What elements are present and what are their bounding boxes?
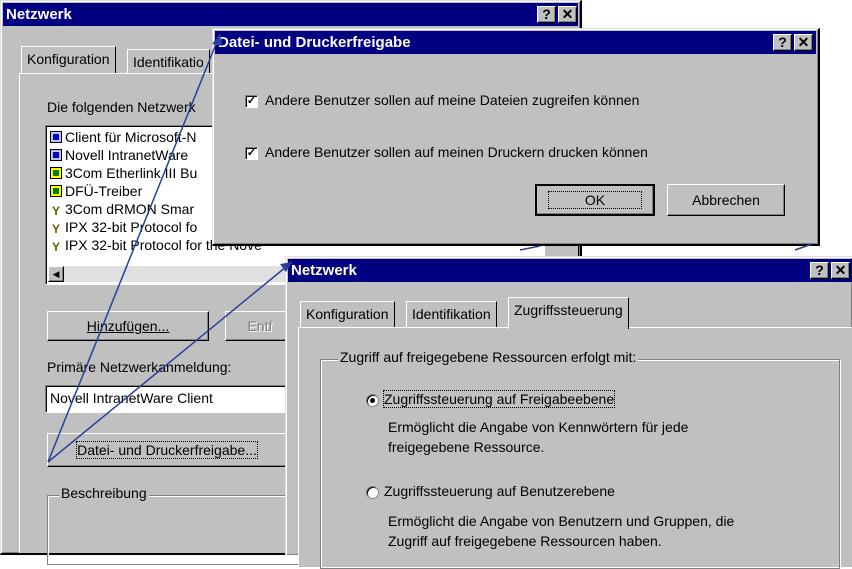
share-level-label[interactable]: Zugriffssteuerung auf Freigabeebene [382,390,616,408]
share-level-radio[interactable] [366,394,379,407]
components-label: Die folgenden Netzwerk [47,99,196,115]
add-button[interactable]: Hinzufügen... [47,311,209,341]
user-level-description-2: Zugriff auf freigegebene Ressourcen habe… [388,533,662,549]
window-title: Netzwerk [291,262,357,279]
user-level-description-1: Ermöglicht die Angabe von Benutzern und … [388,513,735,529]
list-item[interactable]: Y IPX 32-bit Protocol fo [50,218,197,237]
share-level-description-2: freigegebene Ressource. [388,439,545,455]
share-printers-checkbox[interactable]: ✓ [245,147,258,160]
network-adapter-icon [50,185,62,197]
tab-konfiguration[interactable]: Konfiguration [300,301,395,327]
protocol-icon: Y [51,222,60,236]
client-icon [50,149,62,161]
description-label: Beschreibung [59,485,149,501]
list-item[interactable]: 3Com Etherlink III Bu [50,164,197,183]
primary-logon-label: Primäre Netzwerkanmeldung: [47,359,232,375]
title-bar[interactable]: Netzwerk ? ✕ [288,259,852,282]
share-printers-label[interactable]: Andere Benutzer sollen auf meinen Drucke… [265,144,648,160]
user-level-radio[interactable] [366,486,379,499]
title-bar[interactable]: Netzwerk ? ✕ [3,3,578,26]
help-button[interactable]: ? [537,6,556,23]
access-control-group-label: Zugriff auf freigegebene Ressourcen erfo… [338,349,639,365]
list-item[interactable]: Client für Microsoft-N [50,128,196,147]
protocol-icon: Y [51,240,60,254]
tab-identifikation[interactable]: Identifikation [406,301,497,327]
network-window-front: Netzwerk ? ✕ Konfiguration Identifikatio… [285,256,852,569]
protocol-icon: Y [51,204,60,218]
file-print-sharing-dialog: Datei- und Druckerfreigabe ? ✕ ✓ Andere … [212,28,820,246]
close-button[interactable]: ✕ [558,6,577,23]
list-item[interactable]: Novell IntranetWare [50,146,188,165]
help-button[interactable]: ? [810,262,829,279]
client-icon [50,131,62,143]
radio-dot [370,398,375,403]
ok-button[interactable]: OK [535,184,655,216]
list-item[interactable]: DFÜ-Treiber [50,182,142,201]
tab-konfiguration[interactable]: Konfiguration [21,46,116,73]
user-level-label[interactable]: Zugriffssteuerung auf Benutzerebene [384,483,615,499]
list-item[interactable]: Y 3Com dRMON Smar [50,200,194,219]
tab-identifikation[interactable]: Identifikatio [127,49,210,73]
title-bar[interactable]: Datei- und Druckerfreigabe ? ✕ [215,31,816,54]
scroll-left-button[interactable]: ◀ [48,266,64,282]
file-print-sharing-button[interactable]: Datei- und Druckerfreigabe... [47,433,287,467]
tab-zugriffssteuerung[interactable]: Zugriffssteuerung [508,297,629,329]
share-level-description-1: Ermöglicht die Angabe von Kennwörtern fü… [388,419,689,435]
help-button[interactable]: ? [773,34,792,51]
share-files-label[interactable]: Andere Benutzer sollen auf meine Dateien… [265,92,639,108]
window-title: Netzwerk [6,6,72,23]
dialog-title: Datei- und Druckerfreigabe [218,34,411,51]
cancel-button[interactable]: Abbrechen [667,184,785,216]
close-button[interactable]: ✕ [831,262,850,279]
close-button[interactable]: ✕ [794,34,813,51]
network-adapter-icon [50,167,62,179]
share-files-checkbox[interactable]: ✓ [245,95,258,108]
